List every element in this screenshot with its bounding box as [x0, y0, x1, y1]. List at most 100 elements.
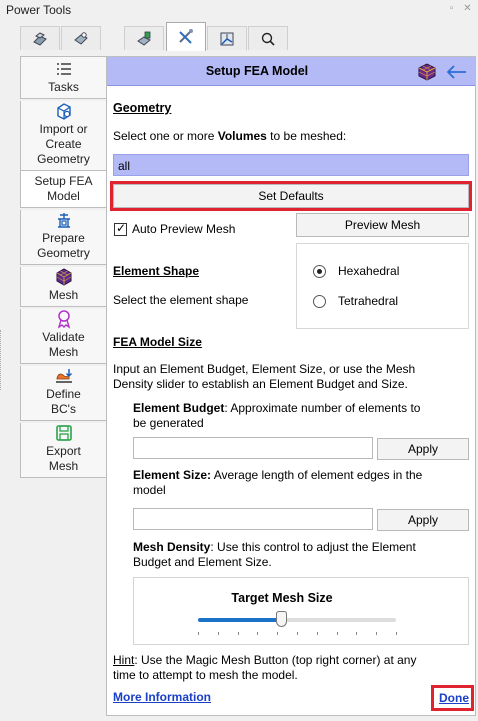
element-budget-label: Element Budget: [133, 401, 225, 415]
preview-mesh-button[interactable]: Preview Mesh: [296, 213, 469, 237]
list-icon: [53, 59, 75, 79]
hint-line2: time to attempt to mesh the model.: [113, 668, 298, 682]
element-size-apply-button[interactable]: Apply: [377, 509, 469, 531]
mesh-size-slider-track[interactable]: [198, 618, 396, 622]
element-budget-text: Element Budget: Approximate number of el…: [133, 401, 420, 416]
slider-tick: [316, 632, 318, 635]
volumes-prompt-pre: Select one or more: [113, 129, 218, 143]
tool-tabs: [0, 22, 478, 51]
hint-line1: : Use the Magic Mesh Button (top right c…: [134, 653, 417, 667]
export-save-icon: [53, 423, 75, 443]
setup-fea-panel: Setup FEA Model Geometry Select one or m…: [106, 56, 476, 716]
sidebar-item-tasks[interactable]: Tasks: [20, 56, 107, 99]
geometry-decompose-icon: [33, 31, 47, 46]
hint-label: Hint: [113, 653, 135, 667]
tab-search[interactable]: [248, 26, 288, 50]
back-arrow-icon[interactable]: [444, 62, 468, 82]
element-shape-title: Element Shape: [113, 264, 200, 278]
validate-ribbon-icon: [53, 309, 75, 329]
element-size-label: Element Size:: [133, 468, 212, 482]
volumes-prompt-bold: Volumes: [217, 129, 267, 143]
import-geometry-icon: [53, 101, 75, 121]
tab-mesh-quality[interactable]: [207, 26, 247, 50]
panel-resize-grip[interactable]: [0, 330, 3, 390]
element-budget-apply-button[interactable]: Apply: [377, 438, 469, 460]
target-mesh-size-box: Target Mesh Size: [133, 577, 469, 645]
tab-geometry-decompose[interactable]: [20, 26, 60, 50]
element-size-input[interactable]: [133, 508, 373, 530]
window-titlebar: Power Tools ▫ ✕: [0, 0, 478, 20]
more-information-link[interactable]: More Information: [113, 690, 211, 704]
sidebar-item-validate-mesh[interactable]: Validate Mesh: [20, 309, 107, 364]
close-window-button[interactable]: ✕: [462, 4, 473, 15]
hexahedral-radio[interactable]: [313, 265, 326, 278]
mesh-quality-icon: [220, 32, 234, 45]
fea-size-intro-line1: Input an Element Budget, Element Size, o…: [113, 362, 416, 376]
sidebar-item-label: Validate Mesh: [42, 330, 85, 359]
mesh-density-label: Mesh Density: [133, 540, 211, 554]
sidebar-item-label: Mesh: [48, 288, 79, 302]
window-title: Power Tools: [6, 3, 72, 17]
element-budget-desc: : Approximate number of elements to: [224, 401, 421, 415]
sidebar-item-mesh[interactable]: Mesh: [20, 267, 107, 307]
sidebar-item-prepare-geometry[interactable]: Prepare Geometry: [20, 210, 107, 265]
sidebar-item-label: Prepare Geometry: [37, 231, 90, 260]
slider-tick: [376, 632, 378, 635]
element-budget-desc-line2: be generated: [133, 416, 204, 430]
tab-mesh-tools[interactable]: [166, 22, 206, 51]
mesh-cube-icon: [53, 267, 75, 287]
mesh-size-slider-thumb[interactable]: [276, 611, 288, 627]
panel-header: Setup FEA Model: [107, 57, 475, 86]
sidebar-item-label: Tasks: [48, 80, 79, 94]
prepare-geometry-icon: [53, 210, 75, 230]
slider-tick: [297, 632, 298, 635]
sidebar-item-export-mesh[interactable]: Export Mesh: [20, 423, 107, 478]
element-budget-input[interactable]: [133, 437, 373, 459]
element-size-desc: Average length of element edges in the: [211, 468, 423, 482]
mesh-density-text: Mesh Density: Use this control to adjust…: [133, 540, 416, 555]
sidebar-item-label: Define BC's: [46, 387, 81, 416]
hexahedral-label: Hexahedral: [338, 264, 400, 278]
volumes-prompt-post: to be meshed:: [266, 129, 347, 143]
volumes-prompt: Select one or more Volumes to be meshed:: [113, 129, 346, 144]
element-size-text: Element Size: Average length of element …: [133, 468, 422, 483]
slider-tick: [257, 632, 259, 635]
tetrahedral-label: Tetrahedral: [338, 294, 399, 308]
mesh-density-desc: : Use this control to adjust the Element: [210, 540, 416, 554]
mesh-size-slider-fill: [198, 618, 282, 622]
slider-tick: [237, 632, 239, 635]
sidebar-item-setup-fea-model[interactable]: Setup FEA Model: [20, 171, 107, 208]
tab-defeature[interactable]: [124, 26, 164, 50]
fea-size-intro-line2: Density slider to establish an Element B…: [113, 377, 408, 391]
sidebar-item-label: Import or Create Geometry: [37, 122, 90, 166]
sidebar-item-label: Setup FEA Model: [34, 174, 93, 203]
sidebar-item-import-geometry[interactable]: Import or Create Geometry: [20, 101, 107, 171]
checkmark-icon: ✓: [116, 221, 127, 235]
geometry-tools-icon: [74, 31, 88, 45]
set-defaults-button[interactable]: Set Defaults: [110, 181, 472, 211]
mesh-density-desc-line2: Budget and Element Size.: [133, 555, 272, 569]
element-shape-description: Select the element shape: [113, 293, 249, 307]
tab-geometry-tools[interactable]: [61, 26, 101, 50]
restore-window-button[interactable]: ▫: [446, 4, 457, 15]
magic-mesh-cube-icon[interactable]: [416, 61, 438, 83]
slider-tick: [356, 632, 358, 635]
hint-text: Hint: Use the Magic Mesh Button (top rig…: [113, 653, 416, 668]
fea-model-size-title: FEA Model Size: [113, 335, 202, 349]
auto-preview-checkbox[interactable]: ✓: [114, 221, 127, 236]
radio-selected-dot: [317, 269, 322, 274]
search-icon: [261, 32, 275, 46]
mesh-tools-icon: [179, 29, 193, 44]
slider-tick: [217, 632, 219, 635]
tetrahedral-radio[interactable]: [313, 295, 326, 308]
task-sidebar: Tasks Import or Create Geometry Setup FE…: [20, 56, 107, 478]
slider-tick: [396, 632, 397, 635]
element-size-desc-line2: model: [133, 483, 166, 497]
defeature-icon: [137, 31, 151, 46]
done-button[interactable]: Done: [431, 685, 474, 711]
panel-title: Setup FEA Model: [205, 64, 309, 78]
slider-tick: [336, 632, 338, 635]
sidebar-item-define-bcs[interactable]: Define BC's: [20, 366, 107, 421]
done-link[interactable]: Done: [439, 691, 469, 705]
volumes-input[interactable]: all: [113, 154, 469, 176]
